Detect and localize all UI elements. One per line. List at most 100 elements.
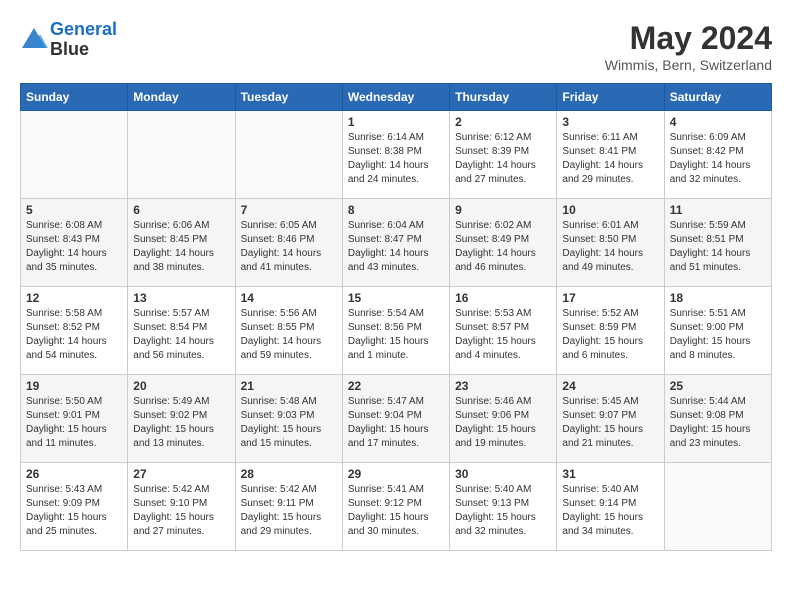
header-wednesday: Wednesday <box>342 84 449 111</box>
calendar-cell: 3 Sunrise: 6:11 AM Sunset: 8:41 PM Daylig… <box>557 111 664 199</box>
day-number: 12 <box>26 291 122 305</box>
calendar-cell <box>21 111 128 199</box>
calendar-cell: 9Sunrise: 6:02 AM Sunset: 8:49 PM Daylig… <box>450 199 557 287</box>
cell-info: Sunrise: 6:08 AM Sunset: 8:43 PM Dayligh… <box>26 219 122 275</box>
calendar-cell: 14 Sunrise: 5:56 AM Sunset: 8:55 PM Dayli… <box>235 287 342 375</box>
day-number: 1 <box>348 115 444 129</box>
calendar-cell: 8Sunrise: 6:04 AM Sunset: 8:47 PM Daylig… <box>342 199 449 287</box>
calendar-cell: 4Sunrise: 6:09 AM Sunset: 8:42 PM Daylig… <box>664 111 771 199</box>
day-number: 26 <box>26 467 122 481</box>
cell-info: Sunrise: 6:14 AM Sunset: 8:38 PM Dayligh… <box>348 131 444 187</box>
calendar-header-row: SundayMondayTuesdayWednesdayThursdayFrid… <box>21 84 772 111</box>
calendar-cell: 18 Sunrise: 5:51 AM Sunset: 9:00 PM Dayli… <box>664 287 771 375</box>
calendar-cell: 13 Sunrise: 5:57 AM Sunset: 8:54 PM Dayli… <box>128 287 235 375</box>
calendar-cell: 11 Sunrise: 5:59 AM Sunset: 8:51 PM Dayli… <box>664 199 771 287</box>
header-sunday: Sunday <box>21 84 128 111</box>
title-block: May 2024 Wimmis, Bern, Switzerland <box>605 20 772 73</box>
day-number: 15 <box>348 291 444 305</box>
day-number: 25 <box>670 379 766 393</box>
cell-info: Sunrise: 5:52 AM Sunset: 8:59 PM Dayligh… <box>562 307 658 363</box>
cell-info: Sunrise: 5:53 AM Sunset: 8:57 PM Dayligh… <box>455 307 551 363</box>
calendar-cell: 15 Sunrise: 5:54 AM Sunset: 8:56 PM Dayli… <box>342 287 449 375</box>
calendar-cell: 28Sunrise: 5:42 AM Sunset: 9:11 PM Dayli… <box>235 463 342 551</box>
calendar-cell: 20Sunrise: 5:49 AM Sunset: 9:02 PM Dayli… <box>128 375 235 463</box>
day-number: 21 <box>241 379 337 393</box>
cell-info: Sunrise: 5:46 AM Sunset: 9:06 PM Dayligh… <box>455 395 551 451</box>
calendar-cell: 7 Sunrise: 6:05 AM Sunset: 8:46 PM Daylig… <box>235 199 342 287</box>
page-header: General Blue May 2024 Wimmis, Bern, Swit… <box>20 20 772 73</box>
day-number: 11 <box>670 203 766 217</box>
cell-info: Sunrise: 5:48 AM Sunset: 9:03 PM Dayligh… <box>241 395 337 451</box>
day-number: 16 <box>455 291 551 305</box>
calendar-cell: 12 Sunrise: 5:58 AM Sunset: 8:52 PM Dayli… <box>21 287 128 375</box>
calendar-cell <box>235 111 342 199</box>
cell-info: Sunrise: 5:49 AM Sunset: 9:02 PM Dayligh… <box>133 395 229 451</box>
cell-info: Sunrise: 6:05 AM Sunset: 8:46 PM Dayligh… <box>241 219 337 275</box>
week-row-1: 1 Sunrise: 6:14 AM Sunset: 8:38 PM Daylig… <box>21 111 772 199</box>
cell-info: Sunrise: 5:59 AM Sunset: 8:51 PM Dayligh… <box>670 219 766 275</box>
day-number: 18 <box>670 291 766 305</box>
calendar-cell <box>664 463 771 551</box>
week-row-2: 5 Sunrise: 6:08 AM Sunset: 8:43 PM Daylig… <box>21 199 772 287</box>
cell-info: Sunrise: 5:54 AM Sunset: 8:56 PM Dayligh… <box>348 307 444 363</box>
header-tuesday: Tuesday <box>235 84 342 111</box>
calendar-cell: 21 Sunrise: 5:48 AM Sunset: 9:03 PM Dayli… <box>235 375 342 463</box>
cell-info: Sunrise: 6:04 AM Sunset: 8:47 PM Dayligh… <box>348 219 444 275</box>
calendar-cell: 27Sunrise: 5:42 AM Sunset: 9:10 PM Dayli… <box>128 463 235 551</box>
day-number: 23 <box>455 379 551 393</box>
day-number: 28 <box>241 467 337 481</box>
calendar-cell: 22 Sunrise: 5:47 AM Sunset: 9:04 PM Dayli… <box>342 375 449 463</box>
cell-info: Sunrise: 5:51 AM Sunset: 9:00 PM Dayligh… <box>670 307 766 363</box>
cell-info: Sunrise: 5:40 AM Sunset: 9:14 PM Dayligh… <box>562 483 658 539</box>
header-saturday: Saturday <box>664 84 771 111</box>
day-number: 5 <box>26 203 122 217</box>
day-number: 9 <box>455 203 551 217</box>
day-number: 22 <box>348 379 444 393</box>
cell-info: Sunrise: 6:06 AM Sunset: 8:45 PM Dayligh… <box>133 219 229 275</box>
calendar-cell <box>128 111 235 199</box>
day-number: 4 <box>670 115 766 129</box>
logo-icon <box>20 26 48 54</box>
cell-info: Sunrise: 5:47 AM Sunset: 9:04 PM Dayligh… <box>348 395 444 451</box>
day-number: 7 <box>241 203 337 217</box>
calendar-cell: 16 Sunrise: 5:53 AM Sunset: 8:57 PM Dayli… <box>450 287 557 375</box>
day-number: 6 <box>133 203 229 217</box>
cell-info: Sunrise: 6:01 AM Sunset: 8:50 PM Dayligh… <box>562 219 658 275</box>
day-number: 29 <box>348 467 444 481</box>
day-number: 10 <box>562 203 658 217</box>
calendar-cell: 17 Sunrise: 5:52 AM Sunset: 8:59 PM Dayli… <box>557 287 664 375</box>
calendar-cell: 19Sunrise: 5:50 AM Sunset: 9:01 PM Dayli… <box>21 375 128 463</box>
calendar-cell: 25 Sunrise: 5:44 AM Sunset: 9:08 PM Dayli… <box>664 375 771 463</box>
day-number: 13 <box>133 291 229 305</box>
cell-info: Sunrise: 5:41 AM Sunset: 9:12 PM Dayligh… <box>348 483 444 539</box>
calendar-cell: 6 Sunrise: 6:06 AM Sunset: 8:45 PM Daylig… <box>128 199 235 287</box>
header-friday: Friday <box>557 84 664 111</box>
calendar-table: SundayMondayTuesdayWednesdayThursdayFrid… <box>20 83 772 551</box>
day-number: 31 <box>562 467 658 481</box>
cell-info: Sunrise: 5:40 AM Sunset: 9:13 PM Dayligh… <box>455 483 551 539</box>
header-thursday: Thursday <box>450 84 557 111</box>
calendar-cell: 10 Sunrise: 6:01 AM Sunset: 8:50 PM Dayli… <box>557 199 664 287</box>
cell-info: Sunrise: 6:11 AM Sunset: 8:41 PM Dayligh… <box>562 131 658 187</box>
week-row-4: 19Sunrise: 5:50 AM Sunset: 9:01 PM Dayli… <box>21 375 772 463</box>
calendar-cell: 30 Sunrise: 5:40 AM Sunset: 9:13 PM Dayli… <box>450 463 557 551</box>
month-year: May 2024 <box>605 20 772 57</box>
week-row-5: 26Sunrise: 5:43 AM Sunset: 9:09 PM Dayli… <box>21 463 772 551</box>
cell-info: Sunrise: 6:12 AM Sunset: 8:39 PM Dayligh… <box>455 131 551 187</box>
cell-info: Sunrise: 5:57 AM Sunset: 8:54 PM Dayligh… <box>133 307 229 363</box>
header-monday: Monday <box>128 84 235 111</box>
day-number: 17 <box>562 291 658 305</box>
day-number: 30 <box>455 467 551 481</box>
day-number: 3 <box>562 115 658 129</box>
logo: General Blue <box>20 20 117 60</box>
logo-text: General Blue <box>50 20 117 60</box>
day-number: 19 <box>26 379 122 393</box>
cell-info: Sunrise: 5:58 AM Sunset: 8:52 PM Dayligh… <box>26 307 122 363</box>
calendar-cell: 1 Sunrise: 6:14 AM Sunset: 8:38 PM Daylig… <box>342 111 449 199</box>
cell-info: Sunrise: 5:44 AM Sunset: 9:08 PM Dayligh… <box>670 395 766 451</box>
calendar-cell: 5 Sunrise: 6:08 AM Sunset: 8:43 PM Daylig… <box>21 199 128 287</box>
day-number: 14 <box>241 291 337 305</box>
cell-info: Sunrise: 5:56 AM Sunset: 8:55 PM Dayligh… <box>241 307 337 363</box>
day-number: 24 <box>562 379 658 393</box>
calendar-cell: 26Sunrise: 5:43 AM Sunset: 9:09 PM Dayli… <box>21 463 128 551</box>
